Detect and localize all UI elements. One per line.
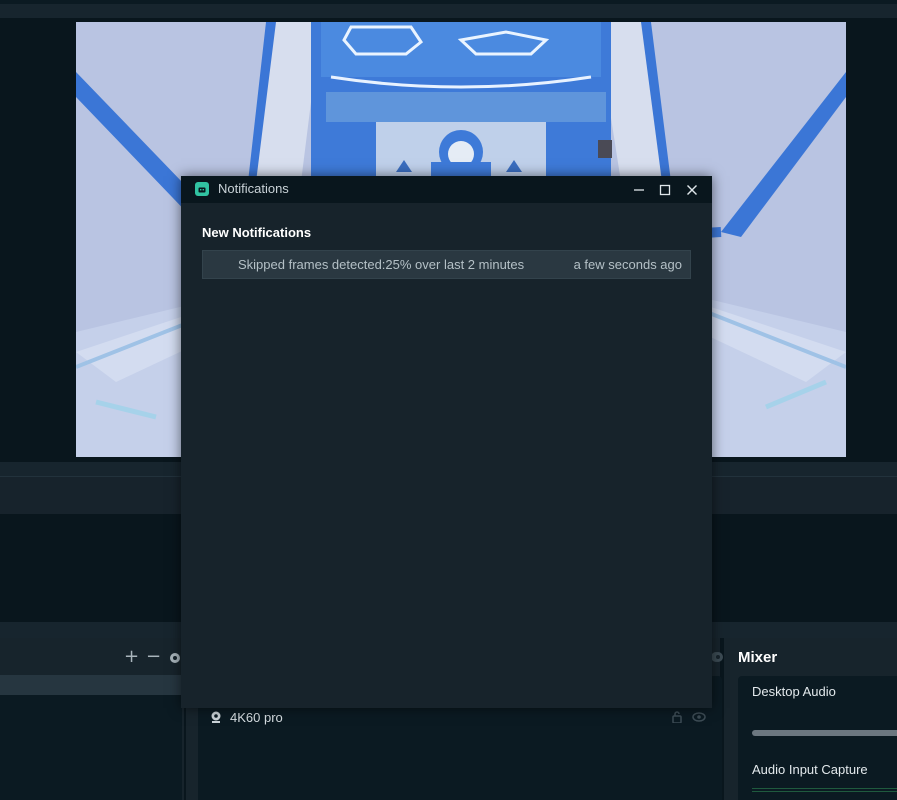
source-label: 4K60 pro xyxy=(230,709,283,725)
scene-settings-gear-icon[interactable] xyxy=(168,650,182,669)
mixer-channels: Desktop Audio Audio Input Capture xyxy=(738,676,897,800)
scenes-list xyxy=(0,695,182,800)
webcam-icon xyxy=(210,708,222,727)
close-window-icon[interactable] xyxy=(681,180,703,200)
app-logo-icon xyxy=(195,182,209,196)
notification-timestamp: a few seconds ago xyxy=(573,257,682,272)
desktop-audio-volume-slider[interactable] xyxy=(752,730,897,736)
app-top-bar xyxy=(0,0,897,18)
new-notifications-heading: New Notifications xyxy=(202,225,312,240)
notification-item[interactable]: Skipped frames detected:25% over last 2 … xyxy=(202,250,691,279)
dialog-titlebar[interactable]: Notifications xyxy=(181,176,712,203)
remove-scene-button[interactable]: − xyxy=(146,648,161,666)
minimize-window-icon[interactable] xyxy=(628,180,650,200)
selected-scene-row[interactable] xyxy=(0,675,184,695)
source-item[interactable]: 4K60 pro xyxy=(210,708,283,726)
maximize-window-icon[interactable] xyxy=(654,180,676,200)
dialog-title: Notifications xyxy=(218,181,289,196)
scenes-panel: + − xyxy=(0,638,184,800)
notification-message: Skipped frames detected:25% over last 2 … xyxy=(238,257,525,272)
lock-icon[interactable] xyxy=(670,708,684,727)
audio-input-level-meter xyxy=(752,788,897,794)
top-bar-stripe xyxy=(0,4,897,18)
mixer-title: Mixer xyxy=(738,649,778,666)
source-actions xyxy=(670,708,706,727)
add-scene-button[interactable]: + xyxy=(124,648,139,666)
mixer-channel-audio-input-capture: Audio Input Capture xyxy=(752,762,868,777)
mixer-settings-gear-icon[interactable] xyxy=(712,648,724,667)
mixer-panel: Mixer Desktop Audio Audio Input Capture xyxy=(713,638,897,800)
visibility-eye-icon[interactable] xyxy=(692,708,706,727)
notifications-dialog: Notifications New Notifications Skipped … xyxy=(181,176,712,708)
mixer-channel-desktop-audio: Desktop Audio xyxy=(752,684,836,699)
